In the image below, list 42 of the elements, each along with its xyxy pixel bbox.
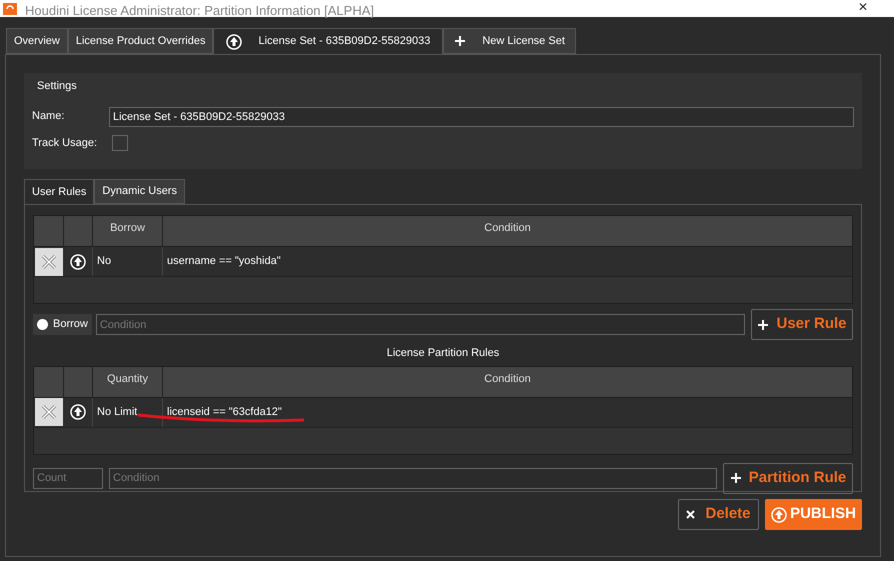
table-cell: No xyxy=(93,247,163,276)
plus-icon xyxy=(757,318,770,330)
add-partition-rule-button[interactable]: Partition Rule xyxy=(723,462,853,494)
tab[interactable]: New License Set xyxy=(443,28,576,54)
remove-button[interactable] xyxy=(35,398,63,426)
track-usage-checkbox[interactable] xyxy=(112,134,128,151)
column-header: Condition xyxy=(483,372,532,386)
tab[interactable]: License Set - 635B09D2-55829033 xyxy=(213,28,444,54)
column-header: Borrow xyxy=(93,216,163,246)
condition-field[interactable]: Condition xyxy=(96,314,745,335)
upload-icon xyxy=(70,404,86,420)
table-cell-text: username == "yoshida" xyxy=(166,254,282,270)
upload-icon xyxy=(771,506,788,522)
remove-button[interactable] xyxy=(35,248,63,276)
tab[interactable]: License Product Overrides xyxy=(68,28,214,54)
close-icon xyxy=(686,510,696,519)
plus-icon xyxy=(454,35,466,47)
delete-button[interactable]: Delete xyxy=(678,499,759,530)
settings-title: Settings xyxy=(37,79,78,94)
upload-icon xyxy=(70,254,86,270)
toggle-switch[interactable] xyxy=(37,319,48,330)
close-icon xyxy=(40,403,58,421)
name-field[interactable]: License Set - 635B09D2-55829033 xyxy=(109,106,854,126)
table-cell-text: licenseid == "63cfda12" xyxy=(166,404,283,420)
tab[interactable]: User Rules xyxy=(24,179,94,204)
plus-icon xyxy=(730,472,742,484)
table-cell: No Limit xyxy=(93,398,163,426)
section-title: License Partition Rules xyxy=(386,346,500,361)
upload-icon xyxy=(226,34,242,50)
borrow-toggle[interactable]: Borrow xyxy=(33,314,92,335)
track-usage-label: Track Usage: xyxy=(32,136,98,150)
window-title: Houdini License Administrator: Partition Information [ALPHA] xyxy=(25,4,374,17)
close-button[interactable]: ✕ xyxy=(858,0,868,14)
count-field[interactable]: Count xyxy=(33,468,103,488)
close-icon xyxy=(40,252,58,270)
tab[interactable]: Dynamic Users xyxy=(94,179,185,204)
add-user-rule-button[interactable]: User Rule xyxy=(751,309,853,340)
condition-field[interactable]: Condition xyxy=(109,468,717,488)
name-label: Name: xyxy=(32,109,66,124)
column-header: Quantity xyxy=(93,366,163,396)
column-header: Condition xyxy=(483,221,532,236)
tab[interactable]: Overview xyxy=(6,28,68,54)
